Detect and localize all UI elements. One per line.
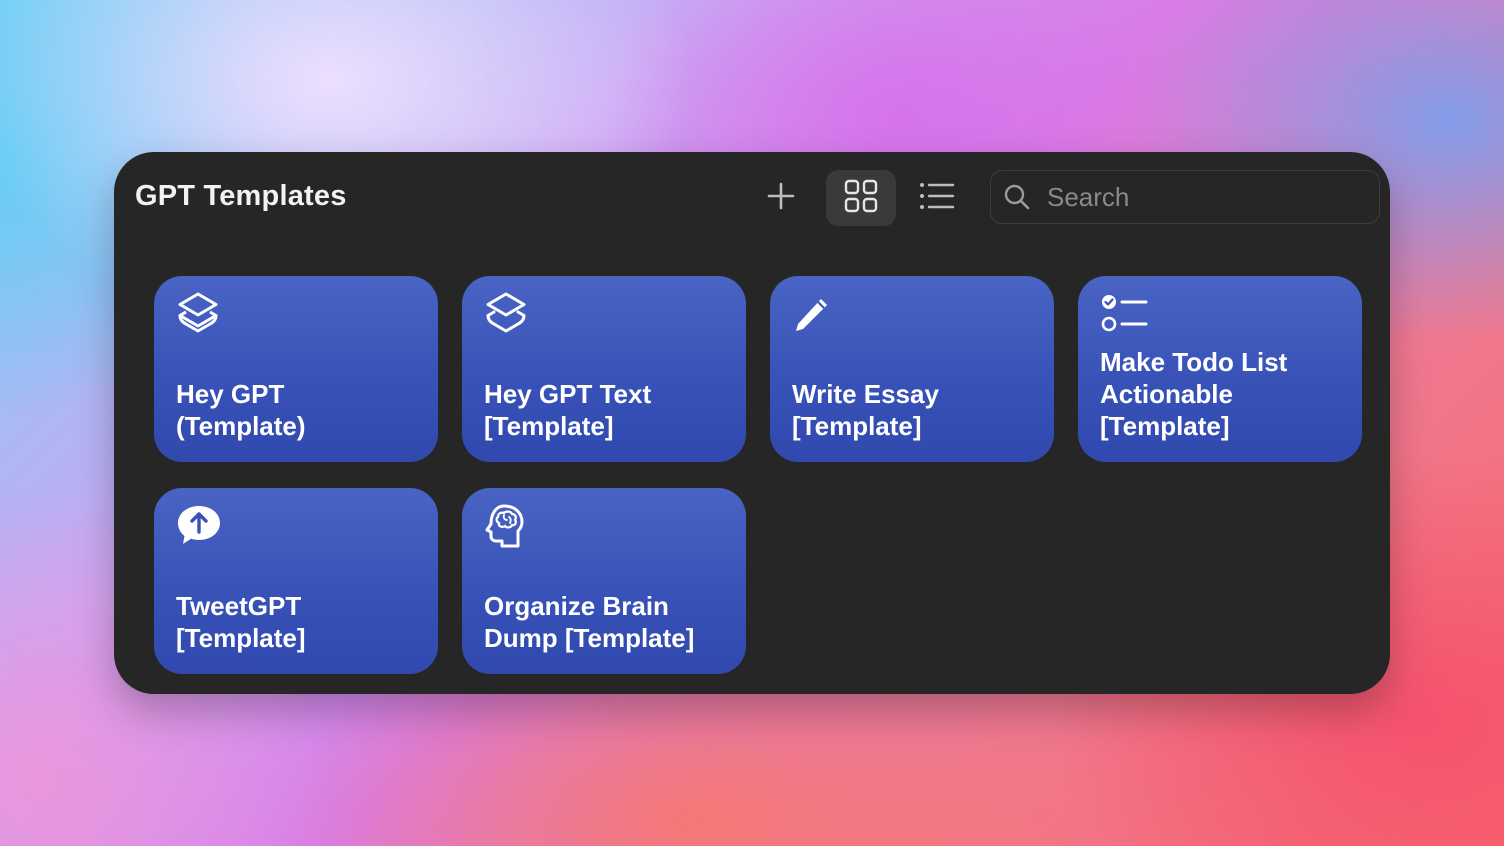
layers-icon [484, 290, 532, 338]
template-card-write-essay[interactable]: Write Essay [Template] [770, 276, 1054, 462]
grid-view-icon [844, 179, 878, 218]
card-label: TweetGPT [Template] [176, 591, 306, 653]
search-input[interactable] [1045, 180, 1369, 214]
head-brain-icon [484, 502, 532, 550]
template-card-make-todo-list[interactable]: Make Todo List Actionable [Template] [1078, 276, 1362, 462]
template-card-tweetgpt[interactable]: TweetGPT [Template] [154, 488, 438, 674]
card-label: Hey GPT Text [Template] [484, 379, 652, 441]
speech-bubble-up-arrow-icon [176, 502, 224, 550]
template-card-hey-gpt[interactable]: Hey GPT (Template) [154, 276, 438, 462]
template-card-organize-brain-dump[interactable]: Organize Brain Dump [Template] [462, 488, 746, 674]
layers-icon [176, 290, 224, 338]
window-title: GPT Templates [135, 180, 347, 212]
plus-icon [766, 181, 796, 216]
pencil-icon [792, 290, 840, 338]
template-card-hey-gpt-text[interactable]: Hey GPT Text [Template] [462, 276, 746, 462]
card-label: Hey GPT (Template) [176, 379, 306, 441]
add-template-button[interactable] [746, 170, 816, 226]
list-view-icon [919, 181, 955, 216]
card-label: Write Essay [Template] [792, 379, 939, 441]
shortcuts-window: GPT Templates Search Hey GPT (Template) … [114, 152, 1390, 694]
card-label: Organize Brain Dump [Template] [484, 591, 695, 653]
grid-view-button[interactable] [826, 170, 896, 226]
card-label: Make Todo List Actionable [Template] [1100, 347, 1288, 441]
list-view-button[interactable] [902, 170, 972, 226]
search-icon [1003, 183, 1031, 211]
checklist-icon [1100, 290, 1148, 338]
search-field[interactable] [990, 170, 1380, 224]
